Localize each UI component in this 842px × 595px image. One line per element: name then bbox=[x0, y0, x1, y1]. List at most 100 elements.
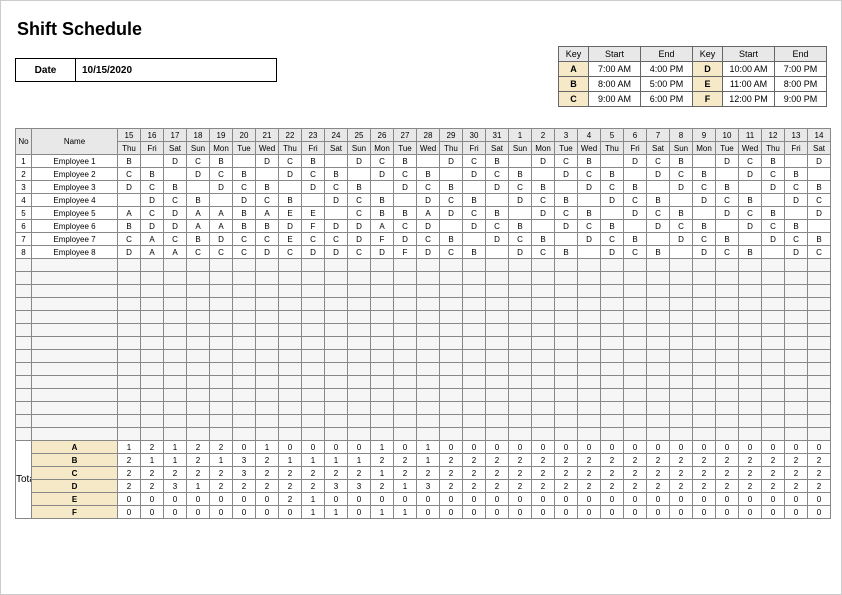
shift-cell[interactable]: D bbox=[693, 246, 716, 259]
shift-cell[interactable]: B bbox=[394, 207, 417, 220]
row-name[interactable]: Employee 8 bbox=[32, 246, 118, 259]
shift-cell[interactable] bbox=[808, 220, 831, 233]
shift-cell[interactable]: B bbox=[417, 168, 440, 181]
shift-cell[interactable]: E bbox=[279, 233, 302, 246]
shift-cell[interactable]: D bbox=[279, 220, 302, 233]
shift-cell[interactable]: D bbox=[256, 155, 279, 168]
shift-cell[interactable]: B bbox=[601, 220, 624, 233]
shift-cell[interactable]: D bbox=[785, 246, 808, 259]
shift-cell[interactable]: C bbox=[716, 194, 739, 207]
shift-cell[interactable]: B bbox=[118, 220, 141, 233]
shift-cell[interactable]: C bbox=[509, 233, 532, 246]
row-name[interactable]: Employee 2 bbox=[32, 168, 118, 181]
shift-cell[interactable]: C bbox=[624, 246, 647, 259]
shift-cell[interactable]: D bbox=[509, 194, 532, 207]
shift-cell[interactable]: B bbox=[624, 181, 647, 194]
shift-cell[interactable]: D bbox=[762, 233, 785, 246]
shift-cell[interactable]: D bbox=[555, 220, 578, 233]
shift-cell[interactable]: A bbox=[141, 246, 164, 259]
shift-cell[interactable] bbox=[762, 246, 785, 259]
shift-cell[interactable]: C bbox=[509, 181, 532, 194]
shift-cell[interactable]: C bbox=[348, 207, 371, 220]
shift-cell[interactable]: B bbox=[716, 233, 739, 246]
shift-cell[interactable]: C bbox=[555, 155, 578, 168]
shift-cell[interactable] bbox=[693, 207, 716, 220]
shift-cell[interactable]: C bbox=[578, 168, 601, 181]
shift-cell[interactable]: D bbox=[371, 246, 394, 259]
shift-cell[interactable] bbox=[463, 233, 486, 246]
shift-cell[interactable]: D bbox=[348, 233, 371, 246]
shift-cell[interactable]: C bbox=[164, 233, 187, 246]
shift-cell[interactable]: A bbox=[141, 233, 164, 246]
shift-cell[interactable] bbox=[555, 181, 578, 194]
shift-cell[interactable] bbox=[578, 246, 601, 259]
shift-cell[interactable]: D bbox=[532, 155, 555, 168]
shift-cell[interactable]: C bbox=[463, 207, 486, 220]
row-name[interactable]: Employee 4 bbox=[32, 194, 118, 207]
shift-cell[interactable]: B bbox=[463, 194, 486, 207]
shift-cell[interactable]: B bbox=[509, 168, 532, 181]
shift-cell[interactable]: F bbox=[302, 220, 325, 233]
shift-cell[interactable]: C bbox=[601, 233, 624, 246]
shift-cell[interactable]: D bbox=[141, 220, 164, 233]
shift-cell[interactable]: B bbox=[739, 194, 762, 207]
shift-cell[interactable]: B bbox=[762, 155, 785, 168]
shift-cell[interactable]: A bbox=[210, 207, 233, 220]
shift-cell[interactable]: B bbox=[233, 207, 256, 220]
shift-cell[interactable] bbox=[808, 168, 831, 181]
shift-cell[interactable]: D bbox=[693, 194, 716, 207]
shift-cell[interactable]: C bbox=[670, 168, 693, 181]
shift-cell[interactable]: C bbox=[325, 181, 348, 194]
shift-cell[interactable]: B bbox=[532, 233, 555, 246]
shift-cell[interactable]: D bbox=[670, 233, 693, 246]
shift-cell[interactable]: C bbox=[118, 168, 141, 181]
shift-cell[interactable] bbox=[624, 220, 647, 233]
shift-cell[interactable] bbox=[233, 155, 256, 168]
shift-cell[interactable]: C bbox=[647, 207, 670, 220]
shift-cell[interactable]: B bbox=[210, 155, 233, 168]
shift-cell[interactable]: A bbox=[256, 207, 279, 220]
shift-cell[interactable]: B bbox=[371, 207, 394, 220]
shift-cell[interactable]: B bbox=[233, 220, 256, 233]
shift-cell[interactable]: C bbox=[233, 246, 256, 259]
shift-cell[interactable]: D bbox=[394, 181, 417, 194]
row-name[interactable]: Employee 6 bbox=[32, 220, 118, 233]
shift-cell[interactable]: D bbox=[739, 168, 762, 181]
shift-cell[interactable]: D bbox=[417, 246, 440, 259]
shift-cell[interactable] bbox=[762, 194, 785, 207]
shift-cell[interactable]: C bbox=[164, 194, 187, 207]
shift-cell[interactable]: C bbox=[762, 220, 785, 233]
shift-cell[interactable] bbox=[187, 181, 210, 194]
shift-cell[interactable]: D bbox=[118, 181, 141, 194]
shift-cell[interactable]: D bbox=[279, 168, 302, 181]
shift-cell[interactable] bbox=[371, 181, 394, 194]
shift-cell[interactable] bbox=[325, 155, 348, 168]
shift-cell[interactable]: B bbox=[808, 233, 831, 246]
shift-cell[interactable]: D bbox=[164, 207, 187, 220]
shift-cell[interactable] bbox=[785, 207, 808, 220]
shift-cell[interactable]: C bbox=[555, 207, 578, 220]
shift-cell[interactable]: D bbox=[509, 246, 532, 259]
shift-cell[interactable]: D bbox=[578, 181, 601, 194]
shift-cell[interactable]: A bbox=[187, 207, 210, 220]
shift-cell[interactable]: C bbox=[739, 155, 762, 168]
shift-cell[interactable]: B bbox=[670, 155, 693, 168]
shift-cell[interactable]: C bbox=[601, 181, 624, 194]
shift-cell[interactable]: B bbox=[785, 220, 808, 233]
shift-cell[interactable]: C bbox=[486, 220, 509, 233]
shift-cell[interactable] bbox=[555, 233, 578, 246]
shift-cell[interactable]: C bbox=[762, 168, 785, 181]
shift-cell[interactable]: D bbox=[578, 233, 601, 246]
shift-cell[interactable]: B bbox=[762, 207, 785, 220]
shift-cell[interactable]: D bbox=[647, 168, 670, 181]
shift-cell[interactable]: D bbox=[302, 181, 325, 194]
shift-cell[interactable] bbox=[693, 155, 716, 168]
shift-cell[interactable]: B bbox=[440, 233, 463, 246]
shift-cell[interactable] bbox=[601, 207, 624, 220]
shift-cell[interactable] bbox=[670, 246, 693, 259]
shift-cell[interactable]: D bbox=[256, 246, 279, 259]
shift-cell[interactable]: D bbox=[187, 168, 210, 181]
shift-cell[interactable]: D bbox=[532, 207, 555, 220]
shift-cell[interactable]: D bbox=[601, 246, 624, 259]
shift-cell[interactable]: C bbox=[785, 181, 808, 194]
